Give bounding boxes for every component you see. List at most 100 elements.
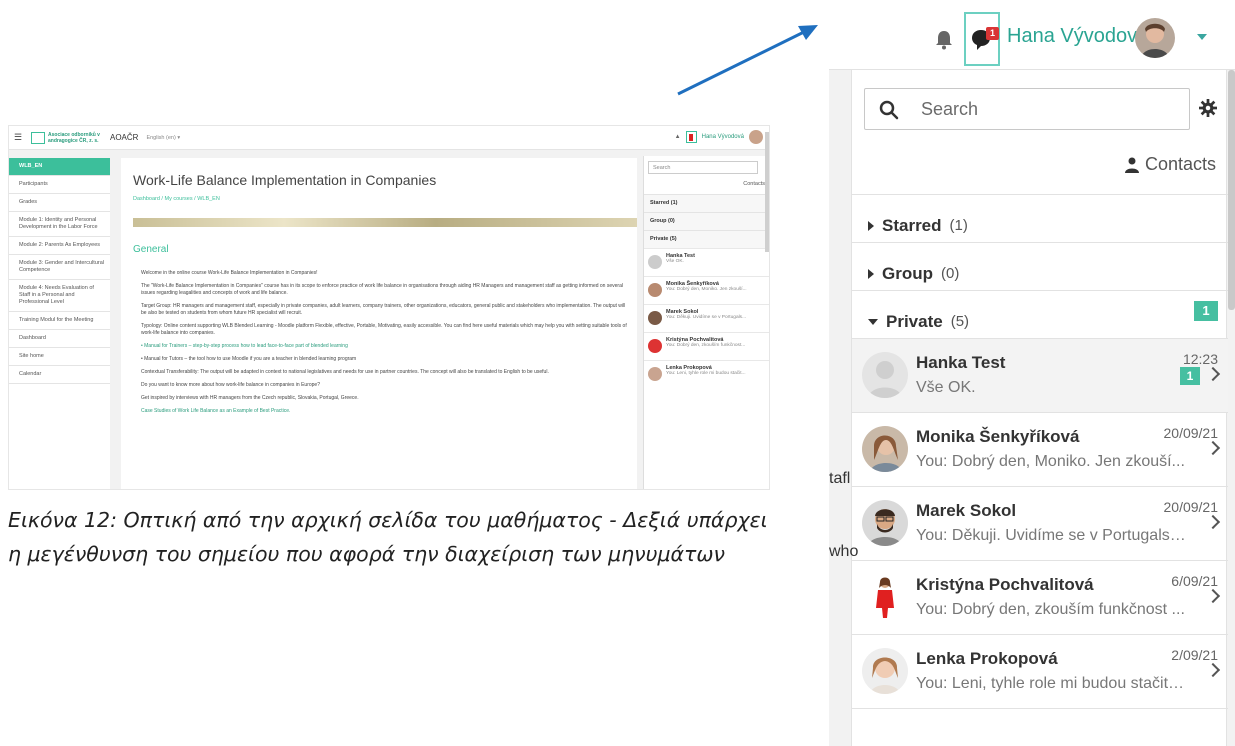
nav-item-dashboard[interactable]: Dashboard — [9, 330, 110, 348]
search-input[interactable] — [921, 97, 1181, 121]
message-preview: Vše OK. — [916, 379, 976, 396]
divider — [852, 708, 1228, 709]
conversation-row[interactable]: Hanka Test Vše OK. 12:23 1 — [852, 338, 1228, 412]
section-title: General — [133, 244, 169, 255]
section-count: (0) — [941, 265, 960, 282]
scrollbar[interactable] — [765, 132, 769, 252]
avatar — [862, 352, 908, 398]
course-summary: Welcome in the online course Work-Life B… — [141, 270, 631, 421]
conversation-row[interactable]: Marek Sokol You: Děkuji. Uvidíme se v Po… — [852, 486, 1228, 560]
search-input[interactable]: Search — [648, 161, 758, 174]
zoomed-messaging-panel: 1 Hana Vývodová Search Contacts Starred … — [829, 8, 1235, 746]
logo-icon — [31, 131, 45, 144]
avatar — [648, 311, 662, 325]
user-menu-name[interactable]: Hana Vývodová — [1007, 25, 1148, 48]
top-navbar: 1 Hana Vývodová — [829, 8, 1235, 70]
nav-item-module-1[interactable]: Module 1: Identity and Personal Developm… — [9, 212, 110, 237]
section-label: Group — [882, 263, 933, 283]
manual-tutors-link[interactable]: • Manual for Tutors – the tool how to us… — [141, 356, 631, 363]
bell-icon[interactable]: ▲ — [675, 134, 681, 140]
contacts-link[interactable]: Contacts — [1124, 154, 1216, 175]
avatar[interactable] — [1135, 18, 1175, 58]
message-time: 12:23 — [1182, 351, 1218, 367]
section-starred[interactable]: Starred (1) — [852, 194, 1228, 242]
nav-item-grades[interactable]: Grades — [9, 194, 110, 212]
message-icon[interactable] — [685, 131, 697, 143]
section-group[interactable]: Group (0) — [644, 212, 769, 230]
chevron-right-icon — [1205, 366, 1221, 382]
avatar — [862, 648, 908, 694]
messages-button[interactable]: 1 — [964, 12, 1000, 66]
conversation-row[interactable]: Marek Sokol You: Děkuji. Uvidíme se v Po… — [644, 304, 769, 332]
nav-item-participants[interactable]: Participants — [9, 176, 110, 194]
breadcrumb[interactable]: Dashboard / My courses / WLB_EN — [133, 196, 220, 202]
section-private[interactable]: Private (5) 1 — [852, 290, 1228, 338]
paragraph: The "Work-Life Balance Implementation in… — [141, 283, 623, 296]
background-text: who — [829, 543, 859, 560]
course-screenshot: ☰ Asociace odborníků v andragogice ČR, z… — [8, 125, 770, 490]
message-preview: You: Dobrý den, zkouším funkčnost... — [666, 343, 746, 348]
avatar — [862, 574, 908, 620]
message-time: 20/09/21 — [1163, 499, 1219, 515]
bell-icon[interactable] — [935, 30, 953, 50]
manual-trainers-link[interactable]: • Manual for Trainers – step-by-step pro… — [141, 343, 631, 350]
message-preview: You: Leni, tyhle role mi budou stačit. .… — [916, 675, 1186, 692]
avatar — [862, 426, 908, 472]
logo-text: Asociace odborníků v andragogice ČR, z. … — [48, 131, 100, 144]
contacts-label: Contacts — [1144, 154, 1216, 174]
section-starred[interactable]: Starred (1) — [644, 194, 769, 212]
nav-item-module-4[interactable]: Module 4: Needs Evaluation of Staff in a… — [9, 280, 110, 312]
section-group[interactable]: Group (0) — [852, 242, 1228, 290]
message-time: 2/09/21 — [1171, 647, 1218, 663]
section-private[interactable]: Private (5) — [644, 230, 769, 248]
message-preview: You: Dobrý den, Moniko. Jen zkouší... — [666, 287, 747, 292]
site-name[interactable]: AOAČR — [110, 133, 138, 142]
conversation-row[interactable]: Monika Šenkyříková You: Dobrý den, Monik… — [852, 412, 1228, 486]
nav-item-module-2[interactable]: Module 2: Parents As Employees — [9, 237, 110, 255]
gear-icon[interactable] — [1199, 99, 1217, 117]
nav-item-course[interactable]: WLB_EN — [9, 158, 110, 176]
nav-item-site-home[interactable]: Site home — [9, 348, 110, 366]
unread-badge: 1 — [1194, 301, 1218, 321]
avatar — [648, 367, 662, 381]
conversation-row[interactable]: Kristýna Pochvalitová You: Dobrý den, zk… — [852, 560, 1228, 634]
paragraph: Target Group: HR managers and management… — [141, 303, 626, 316]
conversation-row[interactable]: Kristýna Pochvalitová You: Dobrý den, zk… — [644, 332, 769, 360]
chevron-down-icon[interactable] — [1197, 34, 1207, 40]
conversation-row[interactable]: Lenka Prokopová You: Leni, tyhle role mi… — [644, 360, 769, 388]
nav-item-module-3[interactable]: Module 3: Gender and Intercultural Compe… — [9, 255, 110, 280]
user-name[interactable]: Hana Vývodová — [702, 134, 744, 140]
paragraph: Do you want to know more about how work-… — [141, 382, 320, 388]
section-count: (1) — [949, 217, 968, 234]
avatar[interactable] — [749, 130, 763, 144]
message-drawer: Contacts Starred (1) Group (0) Private (… — [851, 70, 1228, 746]
user-icon — [1124, 157, 1139, 173]
contact-name: Marek Sokol — [916, 501, 1017, 520]
menu-icon[interactable]: ☰ — [9, 132, 27, 143]
scrollbar[interactable] — [1228, 70, 1235, 310]
background-text: tafl — [829, 470, 851, 487]
figure-caption: Εικόνα 12: Οπτική από την αρχική σελίδα … — [8, 508, 768, 566]
search-box[interactable] — [864, 88, 1190, 130]
arrow-icon — [677, 25, 818, 96]
chevron-right-icon — [1205, 662, 1221, 678]
caret-right-icon — [868, 268, 874, 279]
course-title: Work-Life Balance Implementation in Comp… — [133, 172, 437, 188]
contact-name: Hanka Test — [916, 353, 1006, 372]
avatar — [648, 255, 662, 269]
conversation-row[interactable]: Monika Šenkyříková You: Dobrý den, Monik… — [644, 276, 769, 304]
contacts-link[interactable]: Contacts — [743, 181, 765, 187]
avatar — [862, 500, 908, 546]
paragraph: Contextual Transferability: The output w… — [141, 369, 549, 375]
course-banner — [133, 218, 637, 227]
section-label: Private — [886, 311, 943, 331]
avatar — [648, 339, 662, 353]
language-menu[interactable]: English (en) ▾ — [146, 135, 180, 141]
screenshot-navbar: ☰ Asociace odborníků v andragogice ČR, z… — [9, 126, 769, 150]
conversation-row[interactable]: Hanka Test Vše OK. — [644, 248, 769, 276]
case-studies-link[interactable]: Case Studies of Work Life Balance as an … — [141, 408, 631, 415]
nav-item-training[interactable]: Training Modul for the Meeting — [9, 312, 110, 330]
conversation-row[interactable]: Lenka Prokopová You: Leni, tyhle role mi… — [852, 634, 1228, 708]
caret-down-icon — [868, 318, 878, 325]
nav-item-calendar[interactable]: Calendar — [9, 366, 110, 384]
